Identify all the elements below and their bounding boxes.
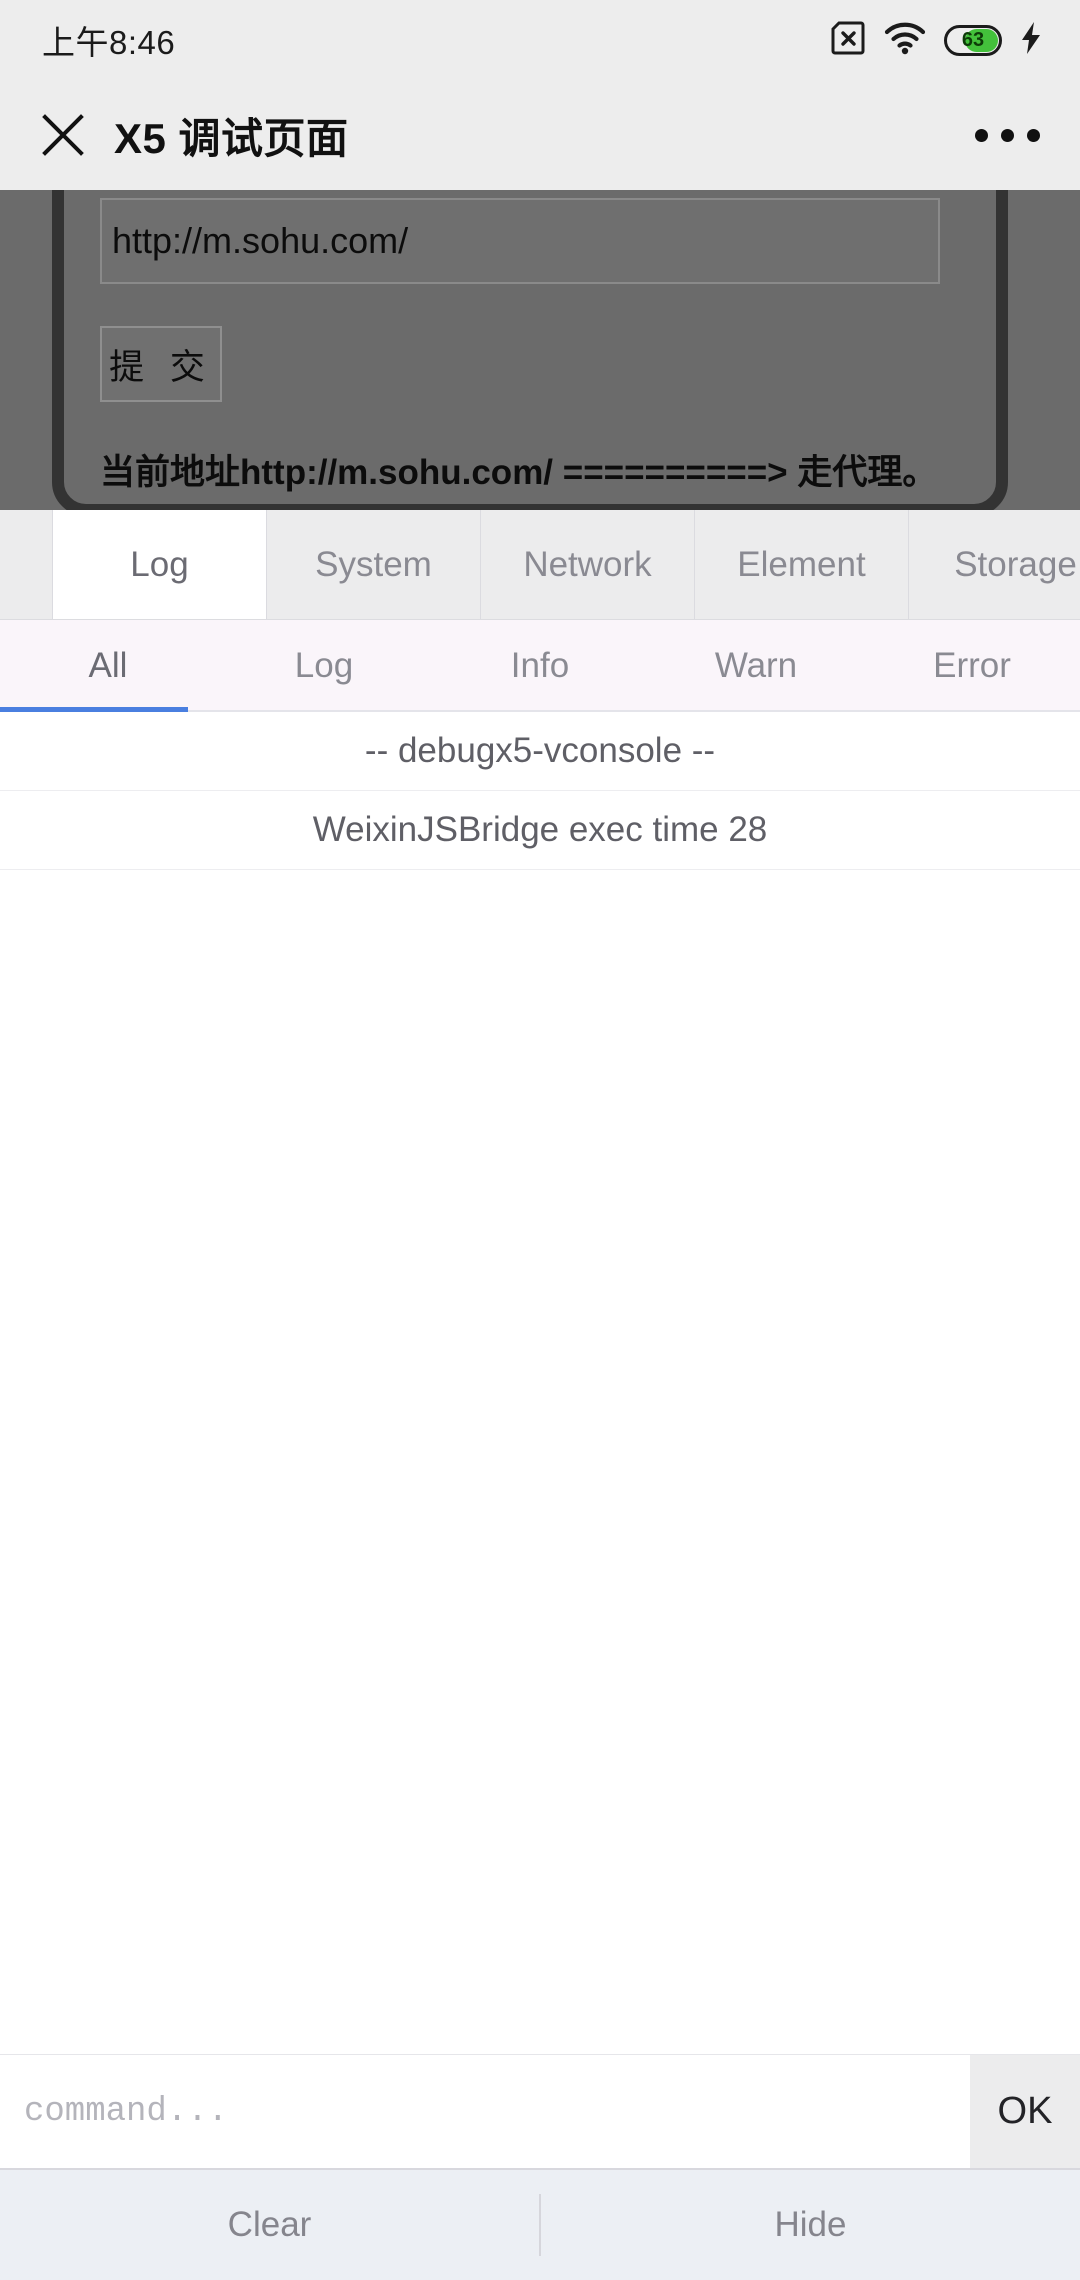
webview-content: http://m.sohu.com/ 提 交 当前地址http://m.sohu… <box>0 190 1080 510</box>
status-icon-group: 63 <box>830 21 1042 60</box>
log-entry[interactable]: -- debugx5-vconsole -- <box>0 712 1080 791</box>
filter-active-indicator <box>0 707 188 712</box>
clear-button[interactable]: Clear <box>0 2170 539 2280</box>
filter-info[interactable]: Info <box>432 620 648 712</box>
more-dot <box>1001 128 1014 142</box>
filter-error[interactable]: Error <box>864 620 1080 712</box>
close-icon[interactable] <box>34 106 92 164</box>
filter-warn[interactable]: Warn <box>648 620 864 712</box>
tab-system[interactable]: System <box>266 510 480 619</box>
more-dot <box>975 128 988 142</box>
more-options-icon[interactable] <box>975 128 1040 142</box>
wifi-icon <box>884 21 926 60</box>
phone-screen: 上午8:46 63 X5 调试页面 http://m.sohu.com/ 提 交… <box>0 0 1080 2280</box>
page-form: http://m.sohu.com/ 提 交 当前地址http://m.sohu… <box>64 190 996 495</box>
command-bar: command... OK <box>0 2054 1080 2168</box>
tab-bar-leading-space <box>0 510 52 619</box>
log-filter-bar: All Log Info Warn Error <box>0 620 1080 712</box>
tab-log[interactable]: Log <box>52 510 266 619</box>
lightning-bolt-icon <box>1020 21 1042 60</box>
proxy-status-message: 当前地址http://m.sohu.com/ ==========> 走代理。 <box>100 453 938 492</box>
command-input[interactable]: command... <box>0 2055 970 2168</box>
page-title: X5 调试页面 <box>114 114 349 162</box>
sim-card-disabled-icon <box>830 21 866 60</box>
filter-all[interactable]: All <box>0 620 216 712</box>
more-dot <box>1027 128 1040 142</box>
tab-network[interactable]: Network <box>480 510 694 619</box>
hide-button[interactable]: Hide <box>541 2170 1080 2280</box>
url-input[interactable]: http://m.sohu.com/ <box>100 198 940 284</box>
log-entry[interactable]: WeixinJSBridge exec time 28 <box>0 791 1080 870</box>
status-bar: 上午8:46 63 <box>0 0 1080 80</box>
log-list[interactable]: -- debugx5-vconsole -- WeixinJSBridge ex… <box>0 712 1080 870</box>
filter-baseline <box>188 710 1080 712</box>
console-footer: Clear Hide <box>0 2168 1080 2280</box>
battery-icon: 63 <box>944 24 1002 56</box>
command-ok-button[interactable]: OK <box>970 2055 1080 2168</box>
console-tab-bar: Log System Network Element Storage <box>0 510 1080 620</box>
page-frame: http://m.sohu.com/ 提 交 当前地址http://m.sohu… <box>52 190 1008 510</box>
filter-log[interactable]: Log <box>216 620 432 712</box>
tab-element[interactable]: Element <box>694 510 908 619</box>
tab-storage[interactable]: Storage <box>908 510 1080 619</box>
status-clock: 上午8:46 <box>42 24 176 61</box>
submit-button[interactable]: 提 交 <box>100 326 222 402</box>
battery-percent-label: 63 <box>961 29 985 51</box>
nav-bar: X5 调试页面 <box>0 80 1080 190</box>
